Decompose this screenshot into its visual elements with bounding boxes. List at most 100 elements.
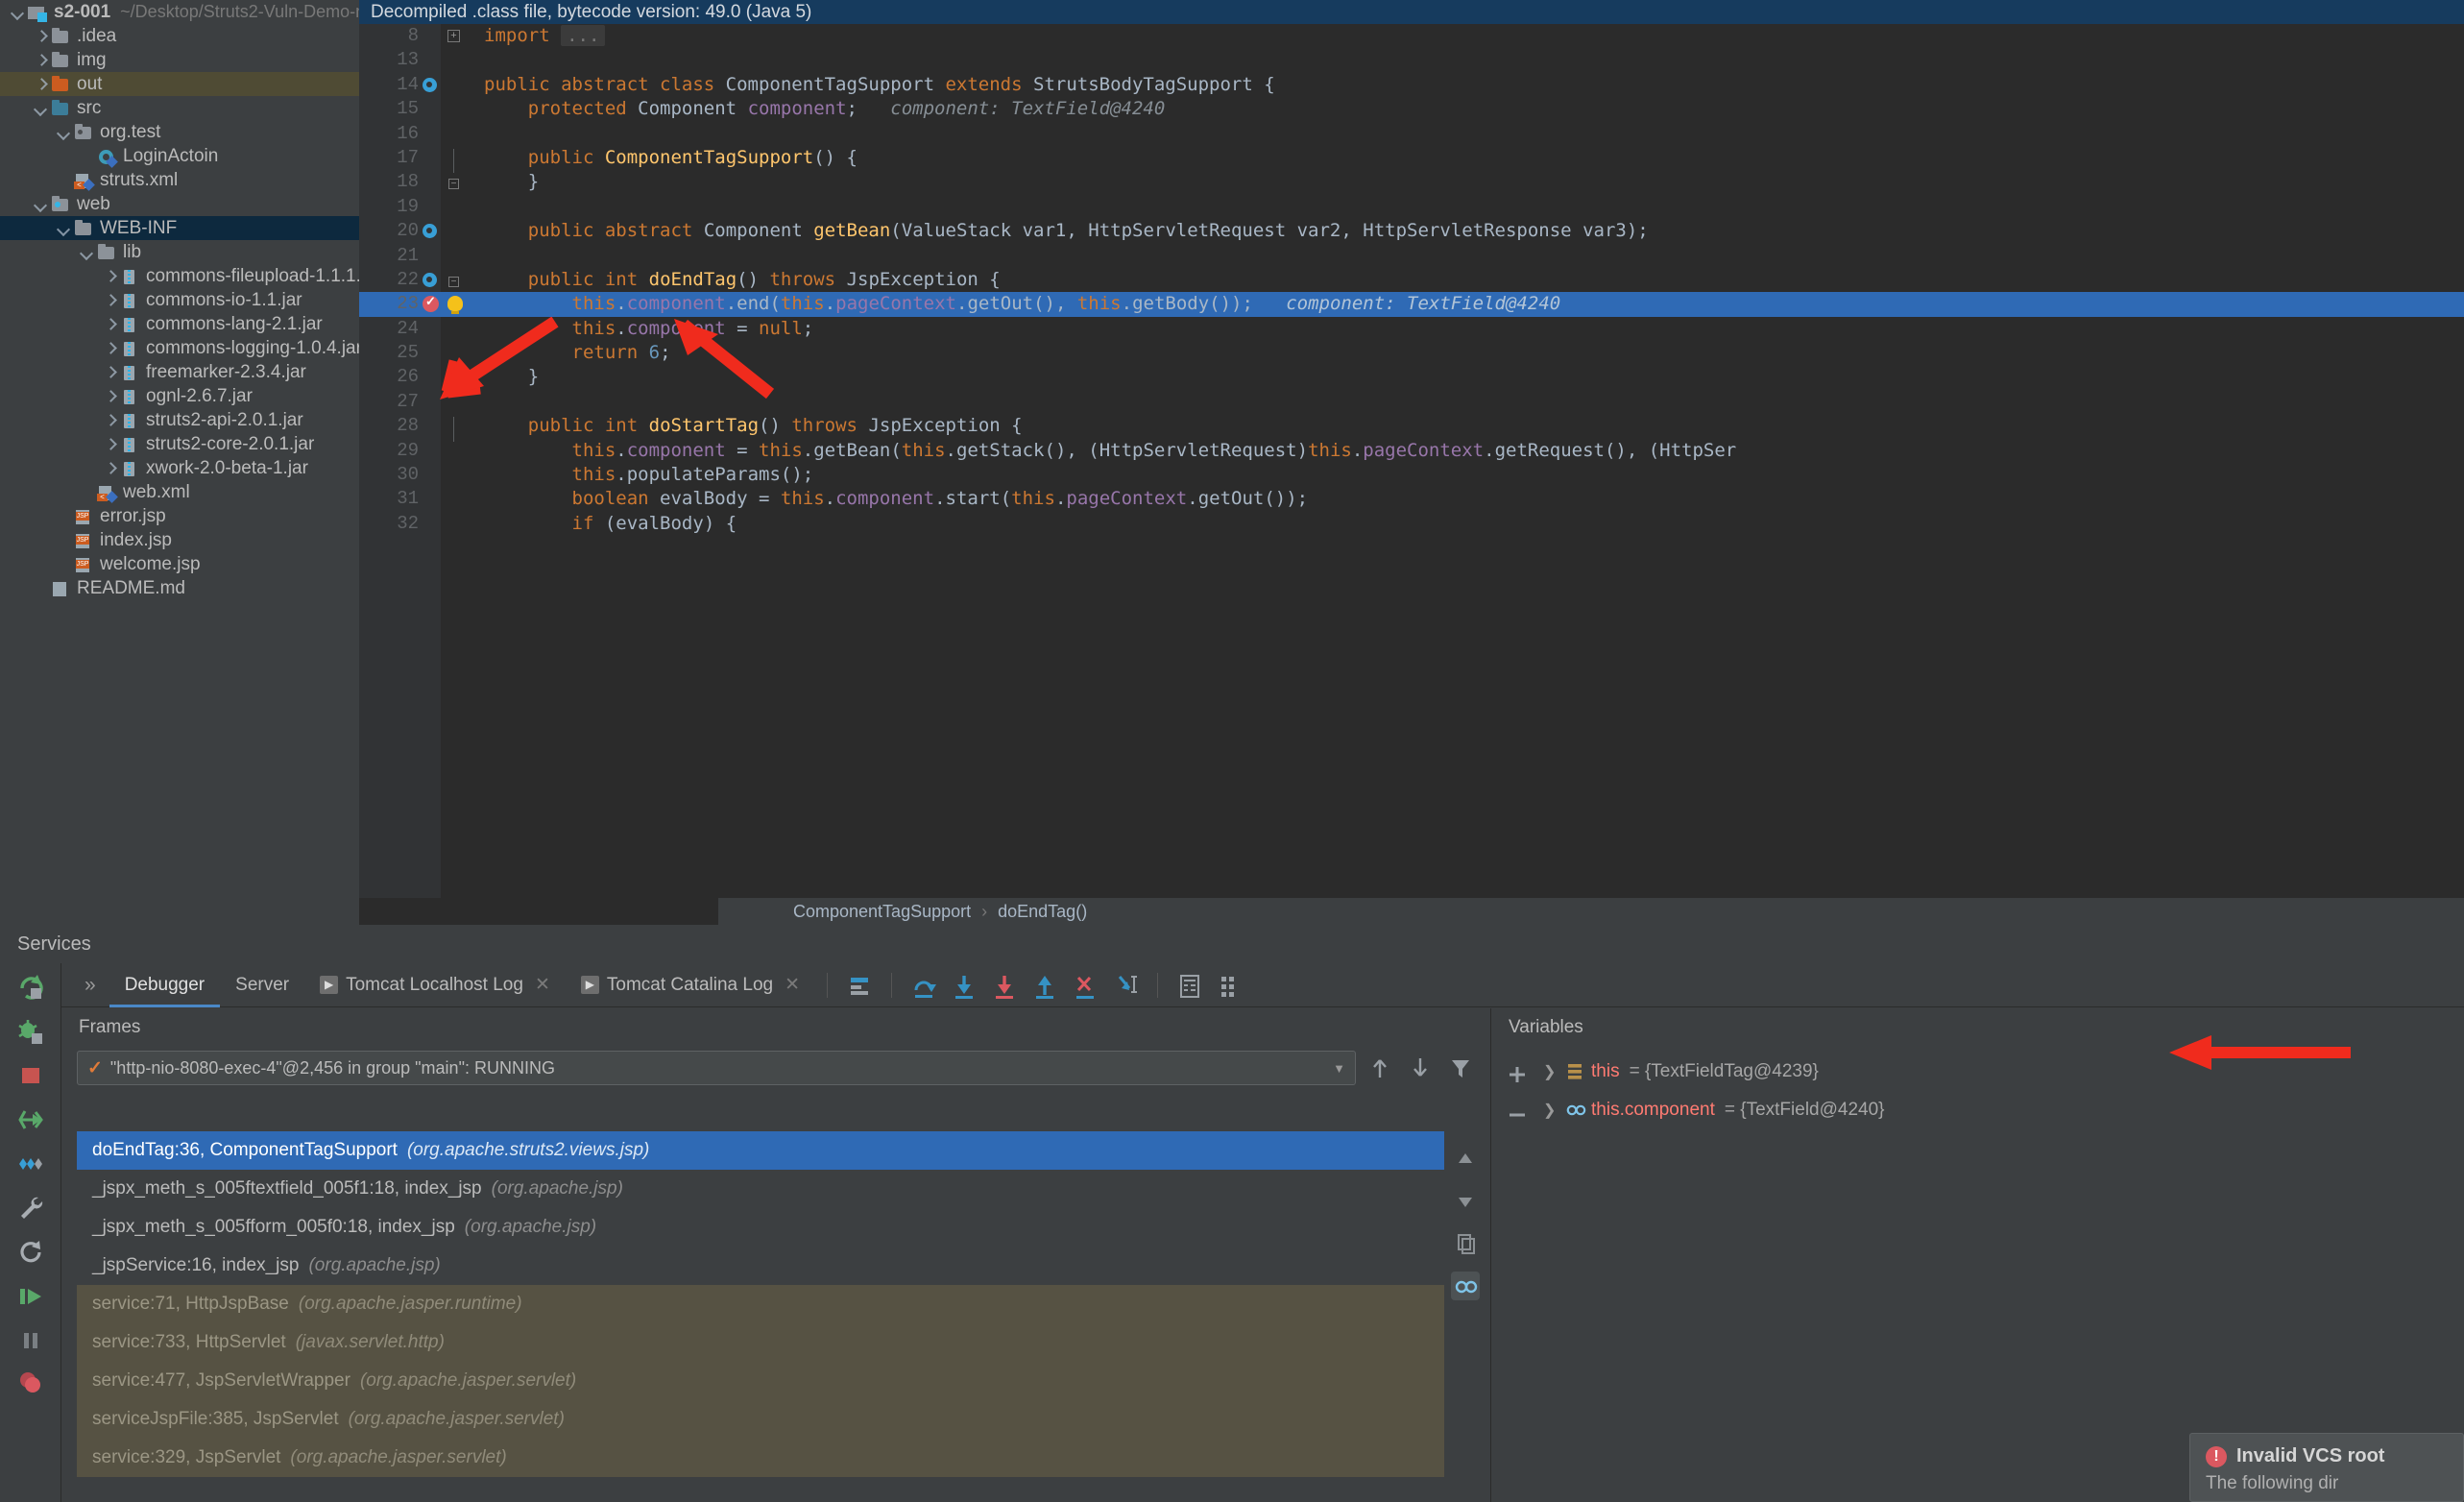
gutter-icons[interactable]	[423, 393, 472, 412]
override-marker-icon[interactable]	[423, 272, 437, 287]
chevron-right-icon[interactable]: ❯	[1543, 1101, 1564, 1120]
tree-item-loginactoin[interactable]: LoginActoin	[0, 144, 359, 168]
gutter-icons[interactable]	[423, 247, 472, 266]
tab-server[interactable]: Server	[220, 963, 304, 1007]
code-line-27[interactable]: 27	[359, 390, 2464, 414]
close-icon[interactable]: ✕	[785, 974, 800, 996]
tree-item-struts-xml[interactable]: < struts.xml	[0, 168, 359, 192]
step-over-icon[interactable]	[909, 971, 938, 1000]
gutter-icons[interactable]	[423, 76, 472, 95]
gutter-icons[interactable]	[423, 490, 472, 509]
gutter-icons[interactable]: −	[423, 271, 472, 290]
frame-list-item[interactable]: doEndTag:36, ComponentTagSupport (org.apa…	[77, 1131, 1444, 1170]
tree-item-error-jsp[interactable]: JSP error.jsp	[0, 504, 359, 528]
fold-collapse-icon[interactable]: −	[448, 179, 459, 190]
code-line-30[interactable]: 30 this.populateParams();	[359, 463, 2464, 487]
gutter-icons[interactable]	[423, 100, 472, 119]
gutter-icons[interactable]	[423, 466, 472, 485]
code-lines[interactable]: 8 + import ... 13 14 public abstract class Co…	[359, 24, 2464, 536]
chevron-right-icon[interactable]	[102, 388, 119, 405]
variable-row[interactable]: ❯ this = {TextFieldTag@4239}	[1543, 1053, 2464, 1091]
override-marker-icon[interactable]	[423, 77, 437, 92]
gutter-icons[interactable]: −	[423, 368, 472, 387]
code-line-31[interactable]: 31 boolean evalBody = this.component.sta…	[359, 487, 2464, 511]
frame-list-item[interactable]: _jspx_meth_s_005fform_005f0:18, index_js…	[77, 1208, 1444, 1247]
frames-filter-button[interactable]	[1444, 1052, 1477, 1084]
frames-side-buttons[interactable]	[1448, 1131, 1483, 1502]
gutter-icons[interactable]	[423, 417, 472, 442]
code-line-16[interactable]: 16	[359, 122, 2464, 146]
tree-item-img[interactable]: img	[0, 48, 359, 72]
frame-list-item[interactable]: _jspService:16, index_jsp (org.apache.jsp…	[77, 1247, 1444, 1285]
fold-collapse-icon[interactable]: −	[448, 374, 459, 385]
gutter-icons[interactable]	[423, 344, 472, 363]
code-line-25[interactable]: 25 return 6;	[359, 341, 2464, 365]
tree-item-freemarker-2-3-4-jar[interactable]: freemarker-2.3.4.jar	[0, 360, 359, 384]
settings-wrench-icon[interactable]	[16, 1194, 45, 1223]
tree-item-index-jsp[interactable]: JSP index.jsp	[0, 528, 359, 552]
step-icon[interactable]	[16, 1105, 45, 1134]
tree-item-org-test[interactable]: org.test	[0, 120, 359, 144]
tree-item-commons-lang-2-1-jar[interactable]: commons-lang-2.1.jar	[0, 312, 359, 336]
tree-item-web-xml[interactable]: < web.xml	[0, 480, 359, 504]
variable-row[interactable]: ❯ this.component = {TextField@4240}	[1543, 1091, 2464, 1129]
tree-item-web-inf[interactable]: WEB-INF	[0, 216, 359, 240]
tab-tomcat-localhost-log[interactable]: ▶ Tomcat Localhost Log ✕	[304, 963, 566, 1007]
frame-list-item[interactable]: service:71, HttpJspBase (org.apache.jaspe…	[77, 1285, 1444, 1323]
layout-icon[interactable]	[16, 1150, 45, 1178]
fold-expand-icon[interactable]: +	[447, 30, 460, 42]
variables-side-buttons[interactable]	[1491, 1053, 1543, 1502]
threads-icon[interactable]	[1216, 971, 1244, 1000]
gutter-icons[interactable]	[423, 148, 472, 174]
gutter-icons[interactable]	[423, 51, 472, 70]
code-line-13[interactable]: 13	[359, 48, 2464, 72]
chevron-right-icon[interactable]	[102, 412, 119, 429]
code-editor[interactable]: Decompiled .class file, bytecode version…	[359, 0, 2464, 925]
variables-list[interactable]: ❯ this = {TextFieldTag@4239} ❯ this.componen…	[1543, 1053, 2464, 1129]
mute-breakpoints-icon[interactable]	[16, 1370, 45, 1399]
copy-stack-button[interactable]	[1451, 1229, 1480, 1258]
code-line-17[interactable]: 17 public ComponentTagSupport() {	[359, 146, 2464, 174]
tree-item-struts2-api-2-0-1-jar[interactable]: struts2-api-2.0.1.jar	[0, 408, 359, 432]
step-out-icon[interactable]	[1030, 971, 1059, 1000]
rerun-icon[interactable]	[16, 973, 45, 1002]
code-line-29[interactable]: 29 this.component = this.getBean(this.ge…	[359, 439, 2464, 463]
frames-list[interactable]: doEndTag:36, ComponentTagSupport (org.apa…	[77, 1131, 1444, 1502]
gutter-icons[interactable]	[423, 222, 472, 241]
evaluate-icon[interactable]	[1175, 971, 1204, 1000]
thread-combo[interactable]: ✓ "http-nio-8080-exec-4"@2,456 in group …	[77, 1051, 1356, 1085]
chevron-down-icon[interactable]: ▼	[1333, 1061, 1345, 1076]
frame-list-item[interactable]: service:477, JspServletWrapper (org.apach…	[77, 1362, 1444, 1400]
tree-item-src[interactable]: src	[0, 96, 359, 120]
frames-up-button[interactable]	[1364, 1052, 1396, 1084]
chevron-right-icon[interactable]	[102, 340, 119, 357]
breadcrumb-method[interactable]: doEndTag()	[998, 902, 1087, 922]
tree-item-out[interactable]: out	[0, 72, 359, 96]
code-line-22[interactable]: 22 − public int doEndTag() throws JspExce…	[359, 268, 2464, 292]
chevron-down-icon[interactable]	[56, 124, 73, 141]
override-marker-icon[interactable]	[423, 224, 437, 239]
close-icon[interactable]: ✕	[535, 974, 550, 996]
debug-icon[interactable]	[16, 1017, 45, 1046]
tree-item-xwork-2-0-beta-1-jar[interactable]: xwork-2.0-beta-1.jar	[0, 456, 359, 480]
chevron-right-icon[interactable]	[102, 460, 119, 477]
project-tree[interactable]: s2-001 ~/Desktop/Struts2-Vuln-Demo-n .idea…	[0, 0, 359, 925]
code-line-32[interactable]: 32 if (evalBody) {	[359, 512, 2464, 536]
thread-selector-row[interactable]: ✓ "http-nio-8080-exec-4"@2,456 in group …	[61, 1047, 1490, 1089]
tree-item-readme-md[interactable]: README.md	[0, 576, 359, 600]
tab-tomcat-catalina-log[interactable]: ▶ Tomcat Catalina Log ✕	[566, 963, 815, 1007]
refresh-icon[interactable]	[16, 1238, 45, 1267]
step-into-icon[interactable]	[950, 971, 978, 1000]
chevron-right-icon[interactable]	[102, 268, 119, 285]
tree-item-s2-001[interactable]: s2-001 ~/Desktop/Struts2-Vuln-Demo-n	[0, 0, 359, 24]
chevron-down-icon[interactable]	[79, 244, 96, 261]
intention-bulb-icon[interactable]	[447, 296, 463, 315]
run-to-cursor-icon[interactable]	[1111, 971, 1140, 1000]
frame-list-item[interactable]: service:733, HttpServlet (javax.servlet.h…	[77, 1323, 1444, 1362]
scroll-up-button[interactable]	[1451, 1145, 1480, 1174]
chevron-right-icon[interactable]	[33, 52, 50, 69]
chevron-right-icon[interactable]: ❯	[1543, 1062, 1564, 1081]
code-line-18[interactable]: 18 − }	[359, 170, 2464, 194]
code-line-20[interactable]: 20 public abstract Component getBean(Val…	[359, 219, 2464, 243]
add-watch-button[interactable]	[1503, 1060, 1532, 1089]
